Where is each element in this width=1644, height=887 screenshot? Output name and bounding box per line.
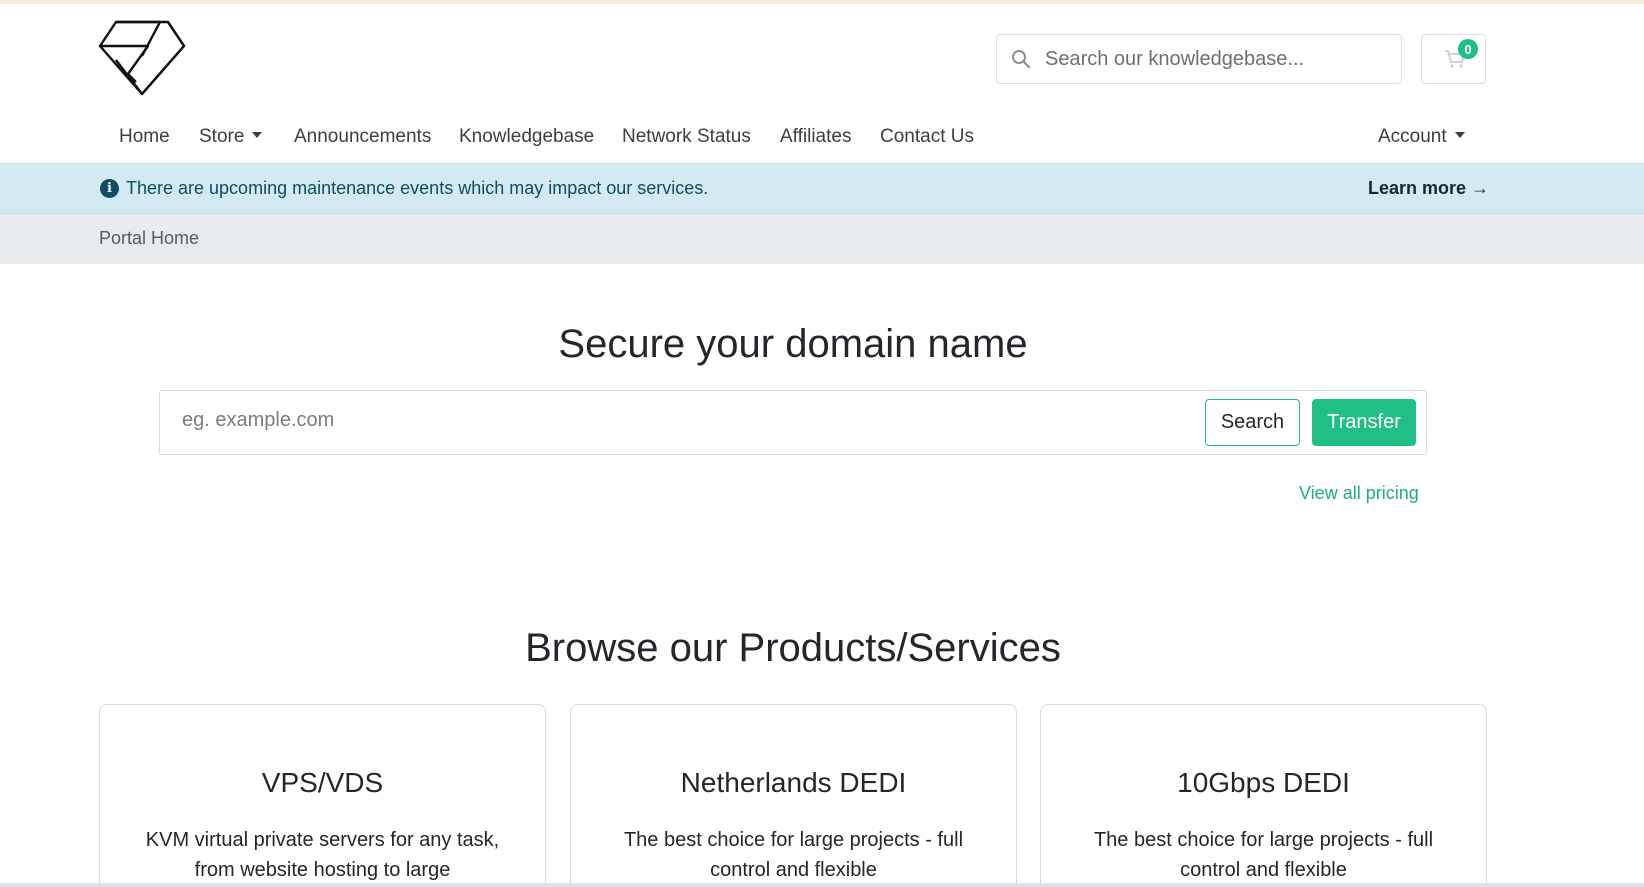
learn-more-link[interactable]: Learn more → bbox=[1368, 178, 1489, 199]
chevron-down-icon bbox=[252, 131, 263, 138]
product-card-description: The best choice for large projects - ful… bbox=[623, 829, 964, 881]
product-card-netherlands-dedi[interactable]: Netherlands DEDI The best choice for lar… bbox=[570, 704, 1017, 887]
bottom-edge bbox=[0, 883, 1644, 887]
nav-network-status[interactable]: Network Status bbox=[622, 126, 751, 148]
nav-announcements[interactable]: Announcements bbox=[294, 126, 431, 148]
nav-affiliates[interactable]: Affiliates bbox=[780, 126, 851, 148]
domain-input[interactable] bbox=[182, 409, 1122, 432]
nav-knowledgebase[interactable]: Knowledgebase bbox=[459, 126, 594, 148]
top-border bbox=[0, 0, 1644, 4]
cart-button[interactable]: 0 bbox=[1421, 34, 1486, 84]
nav-account[interactable]: Account bbox=[1378, 126, 1465, 148]
product-card-description: The best choice for large projects - ful… bbox=[1093, 829, 1434, 881]
nav-home[interactable]: Home bbox=[119, 126, 170, 148]
chevron-down-icon bbox=[1454, 131, 1465, 138]
product-card-title: Netherlands DEDI bbox=[680, 767, 907, 798]
product-card-title: 10Gbps DEDI bbox=[1177, 767, 1350, 798]
domain-heading: Secure your domain name bbox=[558, 322, 1028, 366]
cart-count-badge: 0 bbox=[1458, 39, 1478, 59]
breadcrumb-bar: Portal Home bbox=[0, 214, 1644, 264]
nav-account-label: Account bbox=[1378, 126, 1447, 147]
maintenance-alert: i There are upcoming maintenance events … bbox=[0, 163, 1644, 214]
alert-message: There are upcoming maintenance events wh… bbox=[126, 178, 709, 198]
product-card-description: KVM virtual private servers for any task… bbox=[145, 829, 500, 881]
knowledgebase-search[interactable] bbox=[996, 34, 1402, 84]
logo-mark-icon bbox=[98, 20, 186, 96]
breadcrumb-portal-home[interactable]: Portal Home bbox=[99, 228, 199, 249]
knowledgebase-search-input[interactable] bbox=[1045, 47, 1385, 71]
domain-search-box: Search Transfer bbox=[159, 390, 1427, 455]
info-icon: i bbox=[100, 179, 119, 198]
logo[interactable] bbox=[98, 20, 186, 96]
domain-search-button[interactable]: Search bbox=[1205, 399, 1300, 446]
product-card-10gbps-dedi[interactable]: 10Gbps DEDI The best choice for large pr… bbox=[1040, 704, 1487, 887]
nav-store-label: Store bbox=[199, 126, 245, 147]
search-icon bbox=[997, 35, 1045, 83]
products-heading: Browse our Products/Services bbox=[525, 626, 1061, 670]
nav-contact-us[interactable]: Contact Us bbox=[880, 126, 974, 148]
product-card-title: VPS/VDS bbox=[261, 767, 384, 798]
domain-transfer-button[interactable]: Transfer bbox=[1312, 399, 1416, 446]
nav-store[interactable]: Store bbox=[199, 126, 263, 148]
product-card-vps[interactable]: VPS/VDS KVM virtual private servers for … bbox=[99, 704, 546, 887]
main-nav: Home Store Announcements Knowledgebase N… bbox=[0, 118, 1644, 160]
view-all-pricing-link[interactable]: View all pricing bbox=[1299, 483, 1419, 504]
